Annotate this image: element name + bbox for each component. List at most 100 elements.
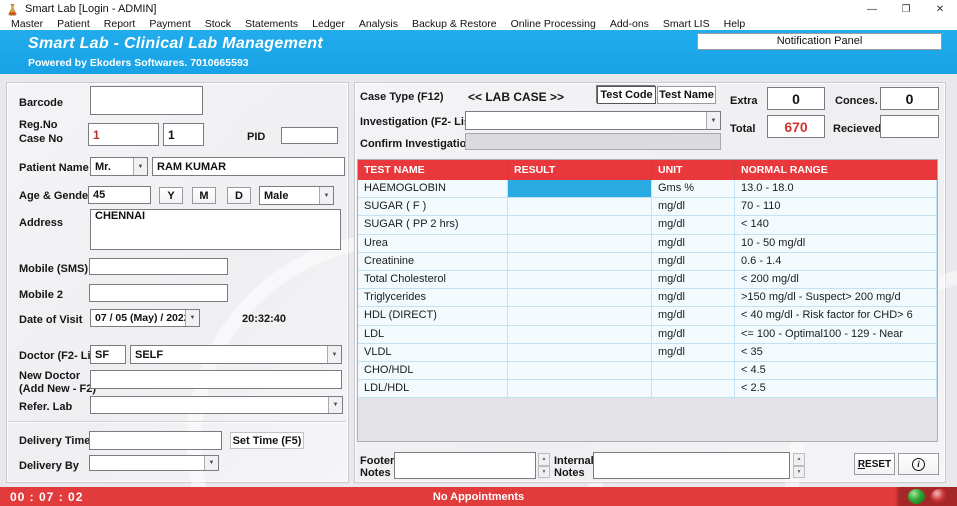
age-years-button[interactable]: Y [159,187,183,204]
internal-notes-input[interactable] [593,452,790,479]
delivery-by-select[interactable]: ▼ [89,455,219,471]
info-button[interactable]: i [898,453,939,475]
conces-input[interactable] [880,87,939,110]
unit-cell[interactable]: mg/dl [652,198,735,216]
result-cell[interactable] [508,180,652,198]
scroll-up-icon[interactable]: ▲ [793,453,805,466]
table-row[interactable]: LDL/HDL < 2.5 [358,380,937,399]
result-cell[interactable] [508,234,652,252]
set-time-button[interactable]: Set Time (F5) [230,432,304,449]
table-row[interactable]: HDL (DIRECT) mg/dl < 40 mg/dl - Risk facto… [358,307,937,326]
test-name-cell[interactable]: HDL (DIRECT) [358,307,508,325]
caseno-input[interactable] [163,123,204,146]
test-name-cell[interactable]: SUGAR ( PP 2 hrs) [358,216,508,234]
gender-select[interactable]: Male ▼ [259,186,334,205]
menu-item-report[interactable]: Report [97,18,143,30]
age-input[interactable] [88,186,151,204]
received-input[interactable] [880,115,939,138]
normal-range-cell[interactable]: < 140 [735,216,937,234]
footer-notes-input[interactable] [394,452,536,479]
test-name-cell[interactable]: HAEMOGLOBIN [358,180,508,198]
menu-item-backup-restore[interactable]: Backup & Restore [405,18,504,30]
unit-cell[interactable]: mg/dl [652,343,735,361]
footer-notes-scrollbar[interactable]: ▲ ▼ [538,453,550,478]
unit-cell[interactable]: mg/dl [652,252,735,270]
menu-item-stock[interactable]: Stock [198,18,238,30]
menu-item-smart-lis[interactable]: Smart LIS [656,18,717,30]
close-button[interactable]: ✕ [923,0,957,18]
menu-item-add-ons[interactable]: Add-ons [603,18,656,30]
table-row[interactable]: VLDL mg/dl < 35 [358,343,937,362]
barcode-input[interactable] [90,86,203,115]
internal-notes-scrollbar[interactable]: ▲ ▼ [793,453,805,478]
result-cell[interactable] [508,216,652,234]
table-row[interactable]: HAEMOGLOBIN Gms % 13.0 - 18.0 [358,180,937,199]
test-name-tab[interactable]: Test Name [657,86,716,104]
unit-cell[interactable]: mg/dl [652,234,735,252]
table-row[interactable]: Triglycerides mg/dl >150 mg/dl - Suspect> … [358,289,937,308]
menu-item-patient[interactable]: Patient [50,18,97,30]
result-cell[interactable] [508,361,652,380]
menu-item-payment[interactable]: Payment [142,18,197,30]
result-cell[interactable] [508,270,652,289]
result-cell[interactable] [508,198,652,216]
result-cell[interactable] [508,307,652,325]
age-months-button[interactable]: M [192,187,216,204]
refer-lab-select[interactable]: ▼ [90,396,343,414]
menu-item-master[interactable]: Master [4,18,50,30]
normal-range-cell[interactable]: < 35 [735,343,937,361]
extra-input[interactable] [767,87,825,110]
test-name-cell[interactable]: Total Cholesterol [358,270,508,289]
normal-range-cell[interactable]: 13.0 - 18.0 [735,180,937,198]
scroll-up-icon[interactable]: ▲ [538,453,550,466]
table-row[interactable]: Creatinine mg/dl 0.6 - 1.4 [358,252,937,271]
menu-item-ledger[interactable]: Ledger [305,18,352,30]
doctor-code-input[interactable] [90,345,126,364]
table-row[interactable]: Total Cholesterol mg/dl < 200 mg/dl [358,270,937,290]
unit-cell[interactable]: mg/dl [652,325,735,343]
result-cell[interactable] [508,325,652,343]
unit-cell[interactable]: Gms % [652,180,735,198]
table-row[interactable]: LDL mg/dl <= 100 - Optimal100 - 129 - Near [358,325,937,344]
regno-input[interactable] [88,123,159,146]
normal-range-cell[interactable]: < 40 mg/dl - Risk factor for CHD> 6 [735,307,937,325]
normal-range-cell[interactable]: <= 100 - Optimal100 - 129 - Near [735,325,937,343]
doctor-select[interactable]: SELF ▼ [130,345,342,364]
address-input[interactable]: CHENNAI [90,209,341,250]
normal-range-cell[interactable]: < 200 mg/dl [735,270,937,289]
table-row[interactable]: SUGAR ( PP 2 hrs) mg/dl < 140 [358,216,937,235]
table-row[interactable]: SUGAR ( F ) mg/dl 70 - 110 [358,198,937,217]
menu-item-analysis[interactable]: Analysis [352,18,405,30]
test-name-cell[interactable]: LDL/HDL [358,380,508,398]
menu-item-statements[interactable]: Statements [238,18,305,30]
test-name-cell[interactable]: SUGAR ( F ) [358,198,508,216]
result-cell[interactable] [508,343,652,361]
normal-range-cell[interactable]: 70 - 110 [735,198,937,216]
result-cell[interactable] [508,289,652,307]
test-code-tab[interactable]: Test Code [597,86,656,104]
restore-button[interactable]: ❐ [889,0,923,18]
unit-cell[interactable] [652,361,735,380]
table-row[interactable]: Urea mg/dl 10 - 50 mg/dl [358,234,937,253]
notification-panel-button[interactable]: Notification Panel [697,33,942,50]
patient-name-input[interactable] [152,157,345,176]
table-row[interactable]: CHO/HDL < 4.5 [358,361,937,381]
unit-cell[interactable] [652,380,735,398]
total-input[interactable] [767,115,825,138]
reset-button[interactable]: R ESET [854,453,895,475]
age-days-button[interactable]: D [227,187,251,204]
test-name-cell[interactable]: VLDL [358,343,508,361]
result-cell[interactable] [508,380,652,398]
normal-range-cell[interactable]: < 2.5 [735,380,937,398]
minimize-button[interactable]: — [855,0,889,18]
unit-cell[interactable]: mg/dl [652,216,735,234]
test-name-cell[interactable]: Triglycerides [358,289,508,307]
unit-cell[interactable]: mg/dl [652,307,735,325]
pid-input[interactable] [281,127,338,144]
normal-range-cell[interactable]: 0.6 - 1.4 [735,252,937,270]
scroll-down-icon[interactable]: ▼ [793,465,805,478]
test-name-cell[interactable]: Creatinine [358,252,508,270]
unit-cell[interactable]: mg/dl [652,270,735,289]
title-select[interactable]: Mr. ▼ [90,157,148,176]
normal-range-cell[interactable]: < 4.5 [735,361,937,380]
